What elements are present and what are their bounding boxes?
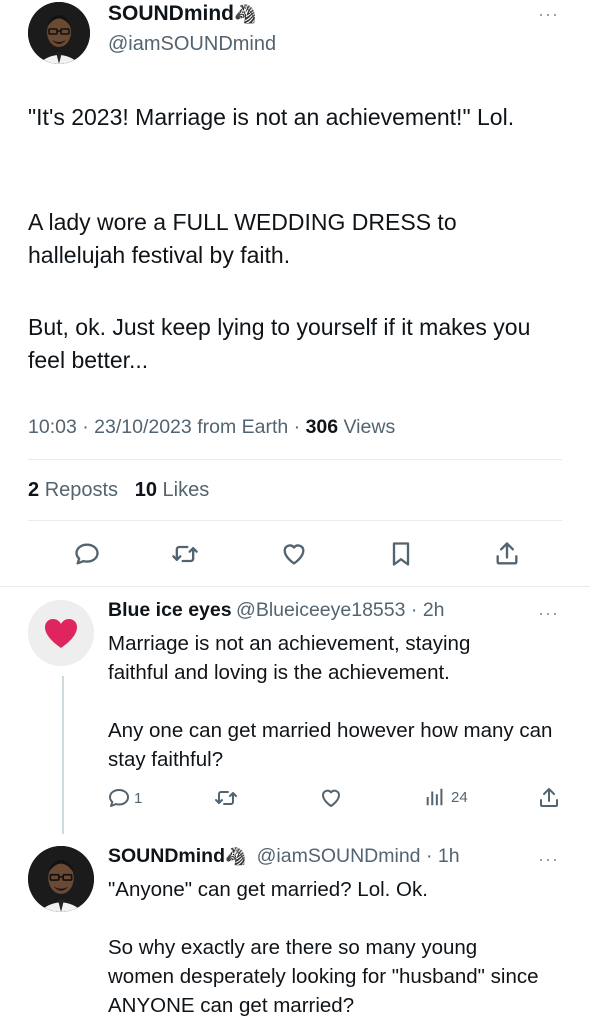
views-label: Views: [343, 416, 396, 438]
likes-link[interactable]: 10 Likes: [135, 479, 210, 501]
tweet-meta: 10:03 · 23/10/2023 from Earth · 306 View…: [28, 416, 396, 438]
divider: [28, 459, 562, 460]
reply-author-handle[interactable]: @iamSOUNDmind: [257, 845, 421, 867]
engagement-counts: 2 Reposts 10 Likes: [28, 479, 209, 502]
author-name-row[interactable]: SOUNDmind🦓: [108, 2, 256, 26]
tweet-date[interactable]: 23/10/2023: [94, 416, 192, 438]
like-icon[interactable]: [280, 540, 308, 573]
author-name[interactable]: SOUNDmind: [108, 2, 234, 25]
avatar[interactable]: [28, 2, 90, 64]
reply-header: Blue ice eyes @Blueiceeye18553 · 2h: [108, 599, 445, 621]
reply-count: 1: [134, 789, 143, 807]
likes-label: Likes: [162, 479, 210, 501]
views-count: 306: [305, 416, 339, 438]
like-icon[interactable]: [319, 786, 343, 815]
reply-icon: [109, 789, 129, 807]
share-icon[interactable]: [537, 786, 561, 815]
likes-count: 10: [134, 479, 157, 501]
zebra-icon: 🦓: [225, 847, 247, 866]
tweet-paragraph: A lady wore a FULL WEDDING DRESS to hall…: [28, 209, 457, 268]
tweet-source: from Earth: [197, 416, 289, 438]
reply-paragraph: So why exactly are there so many young w…: [108, 936, 539, 1017]
avatar[interactable]: [28, 600, 94, 666]
bookmark-icon[interactable]: [387, 540, 415, 573]
reposts-link[interactable]: 2 Reposts: [28, 479, 118, 501]
reposts-label: Reposts: [44, 479, 119, 501]
share-icon[interactable]: [493, 540, 521, 573]
zebra-icon: 🦓: [234, 4, 257, 24]
reply-icon[interactable]: [73, 540, 101, 573]
more-options-icon[interactable]: ···: [538, 849, 559, 870]
tweet-paragraph: "It's 2023! Marriage is not an achieveme…: [28, 104, 515, 130]
reply-header: SOUNDmind🦓 @iamSOUNDmind · 1h: [108, 845, 460, 867]
reply-author-handle[interactable]: @Blueiceeye18553: [236, 599, 405, 621]
thread-line: [62, 676, 64, 834]
reply-paragraph: "Anyone" can get married? Lol. Ok.: [108, 878, 428, 901]
tweet-time[interactable]: 10:03: [28, 416, 77, 438]
reply-paragraph: Marriage is not an achievement, staying …: [108, 632, 471, 684]
repost-icon[interactable]: [214, 786, 238, 815]
reply-button[interactable]: 1: [107, 786, 142, 810]
repost-icon[interactable]: [171, 540, 199, 573]
views-count: 24: [451, 788, 468, 806]
reply-paragraph: Any one can get married however how many…: [108, 719, 553, 771]
tweet-paragraph: But, ok. Just keep lying to yourself if …: [28, 314, 531, 373]
author-handle[interactable]: @iamSOUNDmind: [108, 33, 276, 56]
more-options-icon[interactable]: ···: [538, 4, 559, 25]
reply-author-name[interactable]: SOUNDmind: [108, 845, 225, 867]
reply-time[interactable]: 2h: [423, 599, 445, 621]
reply-author-name[interactable]: Blue ice eyes: [108, 599, 232, 621]
divider: [0, 586, 590, 587]
views-button[interactable]: 24: [423, 786, 468, 808]
reposts-count: 2: [28, 479, 40, 501]
divider: [28, 520, 562, 521]
more-options-icon[interactable]: ···: [538, 603, 559, 624]
analytics-icon: [426, 788, 443, 806]
reply-time[interactable]: 1h: [438, 845, 460, 867]
avatar[interactable]: [28, 846, 94, 912]
